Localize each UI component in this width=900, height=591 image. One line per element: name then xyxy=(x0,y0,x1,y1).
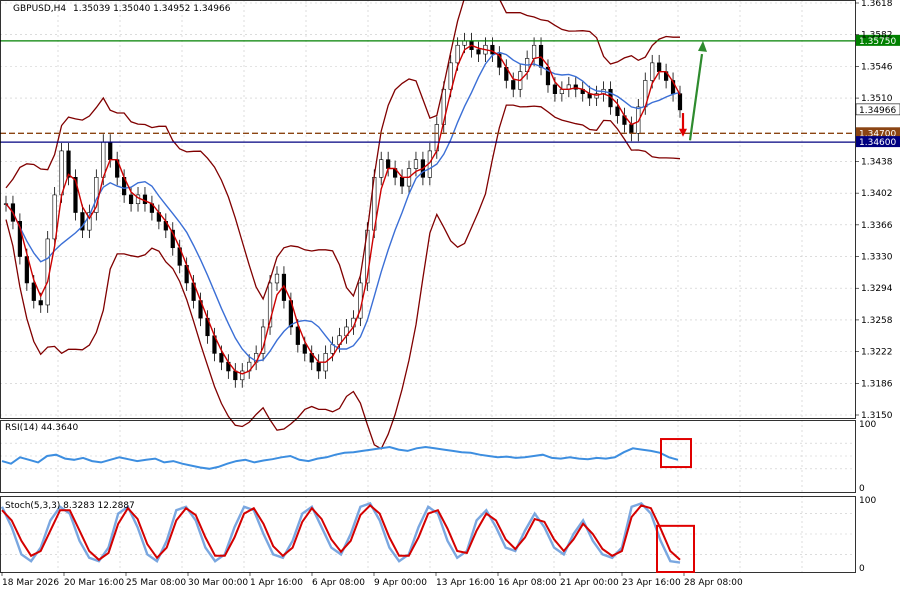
time-tick-label: 9 Apr 00:00 xyxy=(374,578,427,588)
candle-body xyxy=(108,141,113,161)
candle-body xyxy=(386,159,391,169)
candle-body xyxy=(490,44,495,55)
candle-body xyxy=(677,93,683,111)
candle-body xyxy=(476,49,481,55)
time-tick-label: 18 Mar 2026 xyxy=(2,578,59,588)
time-tick-label: 13 Apr 16:00 xyxy=(436,578,495,588)
price-tick-label: 1.3222 xyxy=(861,348,893,358)
time-tick-label: 23 Apr 16:00 xyxy=(622,578,681,588)
rsi-axis-label-top: 100 xyxy=(859,420,876,430)
price-tick-label: 1.3258 xyxy=(861,316,893,326)
candle-body xyxy=(302,344,307,354)
stoch-label: Stoch(5,3,3) 8.3283 12.2887 xyxy=(5,501,135,511)
stoch-axis-label-top: 100 xyxy=(859,496,876,506)
time-tick-label: 30 Mar 00:00 xyxy=(188,578,248,588)
up-arrow-head xyxy=(698,40,707,52)
rsi-line xyxy=(1,445,679,470)
candle-body xyxy=(219,353,224,363)
price-tick-label: 1.3618 xyxy=(861,0,893,9)
ohlc-header: 1.35039 1.35040 1.34952 1.34966 xyxy=(73,4,231,14)
candle-body xyxy=(650,62,655,81)
fast-ma-line xyxy=(5,44,681,375)
upper-band xyxy=(5,0,680,301)
candle-body xyxy=(233,370,238,381)
pane-frame xyxy=(0,0,856,419)
price-tick-label: 1.3582 xyxy=(861,31,893,41)
candle-body xyxy=(399,177,405,187)
candle-body xyxy=(629,124,634,134)
time-tick-label: 1 Apr 16:00 xyxy=(250,578,303,588)
candle-body xyxy=(59,150,64,196)
candle-body xyxy=(101,141,106,178)
candle-body xyxy=(657,62,662,72)
main-pane xyxy=(3,0,683,450)
price-tick-label: 1.3150 xyxy=(861,411,893,421)
rsi-pane: 100 0 xyxy=(0,420,876,494)
grid xyxy=(0,0,855,572)
price-tick-label: 1.3330 xyxy=(861,253,893,263)
price-tick-label: 1.3294 xyxy=(861,284,893,294)
axes: 1.3618 1.3582 1.3546 1.3510 1.3438 1.3402 1.33… xyxy=(0,0,893,588)
candle-body xyxy=(538,44,544,68)
stoch-axis-label-bottom: 0 xyxy=(859,564,865,574)
candle-body xyxy=(615,106,620,116)
candle-body xyxy=(379,159,384,178)
candle-body xyxy=(455,44,460,64)
chart: 1.357501.347001.346001.34966 1000 1000 1… xyxy=(0,0,900,588)
candle-body xyxy=(511,80,516,90)
time-tick-label: 28 Apr 08:00 xyxy=(684,578,743,588)
slow-ma-line xyxy=(5,51,681,362)
candle-body xyxy=(128,194,134,205)
candle-body xyxy=(274,273,280,284)
time-tick-label: 25 Mar 08:00 xyxy=(126,578,186,588)
price-tick-label: 1.3510 xyxy=(861,94,893,104)
candle-body xyxy=(316,361,321,372)
candle-body xyxy=(66,150,71,178)
candle-body xyxy=(142,194,148,205)
candle-body xyxy=(462,40,467,46)
price-tick-label: 1.3366 xyxy=(861,221,893,231)
up-arrow-shaft xyxy=(688,53,704,141)
level-price-label: 1.34600 xyxy=(859,138,896,148)
price-tick-label: 1.3546 xyxy=(861,62,893,72)
price-tick-label: 1.3186 xyxy=(861,379,893,389)
candle-body xyxy=(240,370,245,381)
price-tick-label: 1.3402 xyxy=(861,189,893,199)
rsi-label: RSI(14) 44.3640 xyxy=(5,423,78,433)
candle-body xyxy=(552,84,558,94)
price-levels: 1.357501.347001.346001.34966 xyxy=(0,34,900,148)
time-tick-label: 21 Apr 00:00 xyxy=(560,578,619,588)
pane-frame xyxy=(0,420,856,493)
candle-body xyxy=(31,282,36,301)
time-tick-label: 16 Apr 08:00 xyxy=(498,578,557,588)
candle-body xyxy=(413,159,419,169)
current-price-label: 1.34966 xyxy=(859,106,896,116)
symbol-header: GBPUSD,H4 xyxy=(13,4,66,14)
candle-body xyxy=(531,44,537,59)
candle-body xyxy=(38,300,43,306)
time-tick-label: 6 Apr 08:00 xyxy=(312,578,365,588)
price-tick-label: 1.3438 xyxy=(861,157,893,167)
rsi-axis-label-bottom: 0 xyxy=(859,484,865,494)
candle-body xyxy=(295,326,300,345)
time-tick-label: 20 Mar 16:00 xyxy=(64,578,124,588)
